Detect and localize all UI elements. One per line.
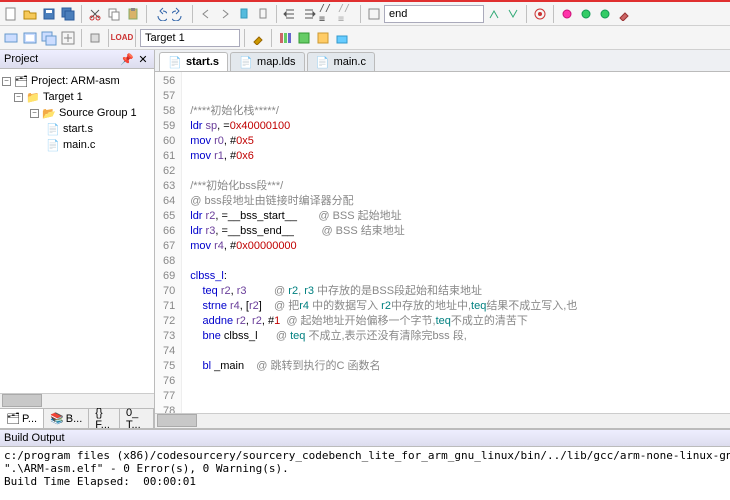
tree-group[interactable]: − 📂 Source Group 1 (2, 105, 152, 121)
project-icon: 🗂 (14, 74, 28, 88)
find-prev-button[interactable] (485, 5, 503, 23)
tools-button[interactable] (615, 5, 633, 23)
tab-functions[interactable]: {} F... (89, 409, 120, 428)
uncomment-button[interactable]: //≡ (338, 5, 356, 23)
project-bottom-tabs: 🗂 P... 📚 B... {} F... 0_ T... (0, 408, 154, 428)
panel-close-icon[interactable]: ✕ (136, 52, 150, 66)
build-button[interactable] (21, 29, 39, 47)
file-tab-map-lds[interactable]: 📄map.lds (230, 52, 305, 71)
copy-button[interactable] (105, 5, 123, 23)
undo-button[interactable] (151, 5, 169, 23)
code-content[interactable]: /****初始化栈*****/ldr sp, =0x40000100mov r0… (182, 72, 585, 413)
bookmark-clear-button[interactable] (254, 5, 272, 23)
main-area: Project 📌 ✕ − 🗂 Project: ARM-asm − 📁 Tar… (0, 50, 730, 428)
project-panel-title-text: Project (4, 53, 38, 65)
find-next-button[interactable] (504, 5, 522, 23)
open-file-button[interactable] (21, 5, 39, 23)
toolbar-main: //≡ //≡ end (0, 2, 730, 26)
target-icon: 📁 (26, 90, 40, 104)
file-tabs: 📄start.s📄map.lds📄main.c (155, 50, 730, 72)
build-output-body[interactable]: c:/program files (x86)/codesourcery/sour… (0, 447, 730, 500)
file-icon: 📄 (46, 138, 60, 152)
cut-button[interactable] (86, 5, 104, 23)
editor-area: 📄start.s📄map.lds📄main.c 5657585960616263… (155, 50, 730, 428)
expander-icon[interactable]: − (2, 77, 11, 86)
find-value: end (389, 8, 407, 20)
config1-button[interactable] (558, 5, 576, 23)
tab-books[interactable]: 📚 B... (44, 409, 89, 428)
find-button[interactable] (365, 5, 383, 23)
file-icon: 📄 (168, 55, 182, 69)
file-icon: 📄 (239, 55, 253, 69)
new-file-button[interactable] (2, 5, 20, 23)
expander-icon[interactable]: − (14, 93, 23, 102)
target-combo[interactable]: Target 1 (140, 29, 240, 47)
tree-file-label: main.c (63, 139, 95, 151)
tree-root[interactable]: − 🗂 Project: ARM-asm (2, 73, 152, 89)
project-panel-title: Project 📌 ✕ (0, 50, 154, 69)
toolbar-build: LOAD Target 1 (0, 26, 730, 50)
select-packs-button[interactable] (314, 29, 332, 47)
file-tab-start-s[interactable]: 📄start.s (159, 52, 228, 71)
tree-root-label: Project: ARM-asm (31, 75, 120, 87)
bookmark-next-button[interactable] (216, 5, 234, 23)
stop-build-button[interactable] (86, 29, 104, 47)
options-button[interactable] (249, 29, 267, 47)
file-icon: 📄 (46, 122, 60, 136)
panel-pin-icon[interactable]: 📌 (120, 52, 134, 66)
project-panel: Project 📌 ✕ − 🗂 Project: ARM-asm − 📁 Tar… (0, 50, 155, 428)
redo-button[interactable] (170, 5, 188, 23)
batch-build-button[interactable] (59, 29, 77, 47)
tab-project[interactable]: 🗂 P... (0, 409, 44, 428)
rebuild-button[interactable] (40, 29, 58, 47)
config2-button[interactable] (577, 5, 595, 23)
project-tree[interactable]: − 🗂 Project: ARM-asm − 📁 Target 1 − 📂 So… (0, 69, 154, 393)
pack-installer-button[interactable] (333, 29, 351, 47)
translate-button[interactable] (2, 29, 20, 47)
save-all-button[interactable] (59, 5, 77, 23)
manage-books-button[interactable] (276, 29, 294, 47)
manage-rte-button[interactable] (295, 29, 313, 47)
build-output-panel: Build Output c:/program files (x86)/code… (0, 428, 730, 500)
folder-icon: 📂 (42, 106, 56, 120)
build-output-title: Build Output (0, 430, 730, 447)
editor-hscroll[interactable] (155, 413, 730, 428)
target-value: Target 1 (145, 32, 185, 44)
indent-button[interactable] (281, 5, 299, 23)
debug-button[interactable] (531, 5, 549, 23)
unindent-button[interactable] (300, 5, 318, 23)
tree-target[interactable]: − 📁 Target 1 (2, 89, 152, 105)
bookmark-toggle-button[interactable] (235, 5, 253, 23)
paste-button[interactable] (124, 5, 142, 23)
download-button[interactable]: LOAD (113, 29, 131, 47)
tree-group-label: Source Group 1 (59, 107, 137, 119)
tree-file[interactable]: 📄 main.c (2, 137, 152, 153)
find-combo[interactable]: end (384, 5, 484, 23)
tree-file-label: start.s (63, 123, 93, 135)
tree-target-label: Target 1 (43, 91, 83, 103)
bookmark-prev-button[interactable] (197, 5, 215, 23)
comment-button[interactable]: //≡ (319, 5, 337, 23)
file-tab-main-c[interactable]: 📄main.c (307, 52, 375, 71)
tab-templates[interactable]: 0_ T... (120, 409, 154, 428)
expander-icon[interactable]: − (30, 109, 39, 118)
config3-button[interactable] (596, 5, 614, 23)
save-button[interactable] (40, 5, 58, 23)
line-gutter: 5657585960616263646566676869707172737475… (155, 72, 182, 413)
tree-file[interactable]: 📄 start.s (2, 121, 152, 137)
file-icon: 📄 (316, 55, 330, 69)
code-editor[interactable]: 5657585960616263646566676869707172737475… (155, 72, 730, 413)
